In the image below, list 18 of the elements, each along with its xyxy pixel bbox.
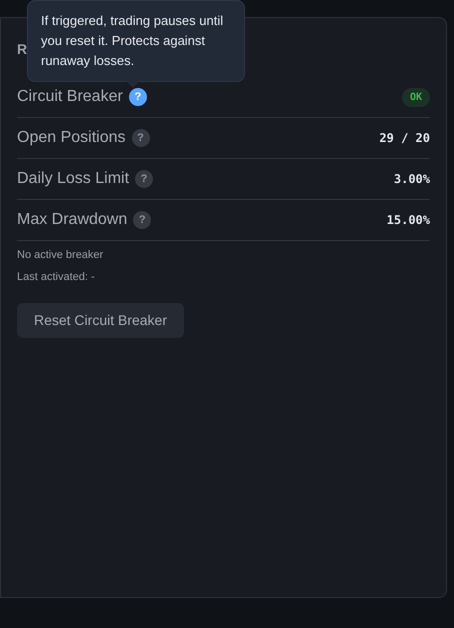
row-label: Max Drawdown: [17, 210, 128, 230]
help-icon[interactable]: ?: [133, 211, 152, 229]
panel-title: R: [17, 40, 28, 58]
row-label: Circuit Breaker: [17, 87, 123, 107]
help-icon[interactable]: ?: [132, 129, 150, 147]
row-label: Open Positions: [17, 128, 126, 148]
status-badge: OK: [402, 88, 430, 106]
help-icon[interactable]: ?: [128, 88, 147, 106]
tooltip-pointer: [126, 81, 140, 88]
row-value: 29 / 20: [379, 130, 430, 147]
row-label: Daily Loss Limit: [17, 169, 130, 189]
status-note: Last activated: -: [17, 270, 96, 285]
row-value: 3.00%: [394, 171, 430, 188]
status-note: No active breaker: [17, 248, 104, 263]
reset-button[interactable]: Reset Circuit Breaker: [17, 303, 184, 338]
row-value: 15.00%: [386, 212, 430, 229]
help-icon[interactable]: ?: [135, 170, 154, 188]
tooltip: If triggered, trading pauses until you reset it. Protects against runaway losses.: [27, 0, 245, 82]
